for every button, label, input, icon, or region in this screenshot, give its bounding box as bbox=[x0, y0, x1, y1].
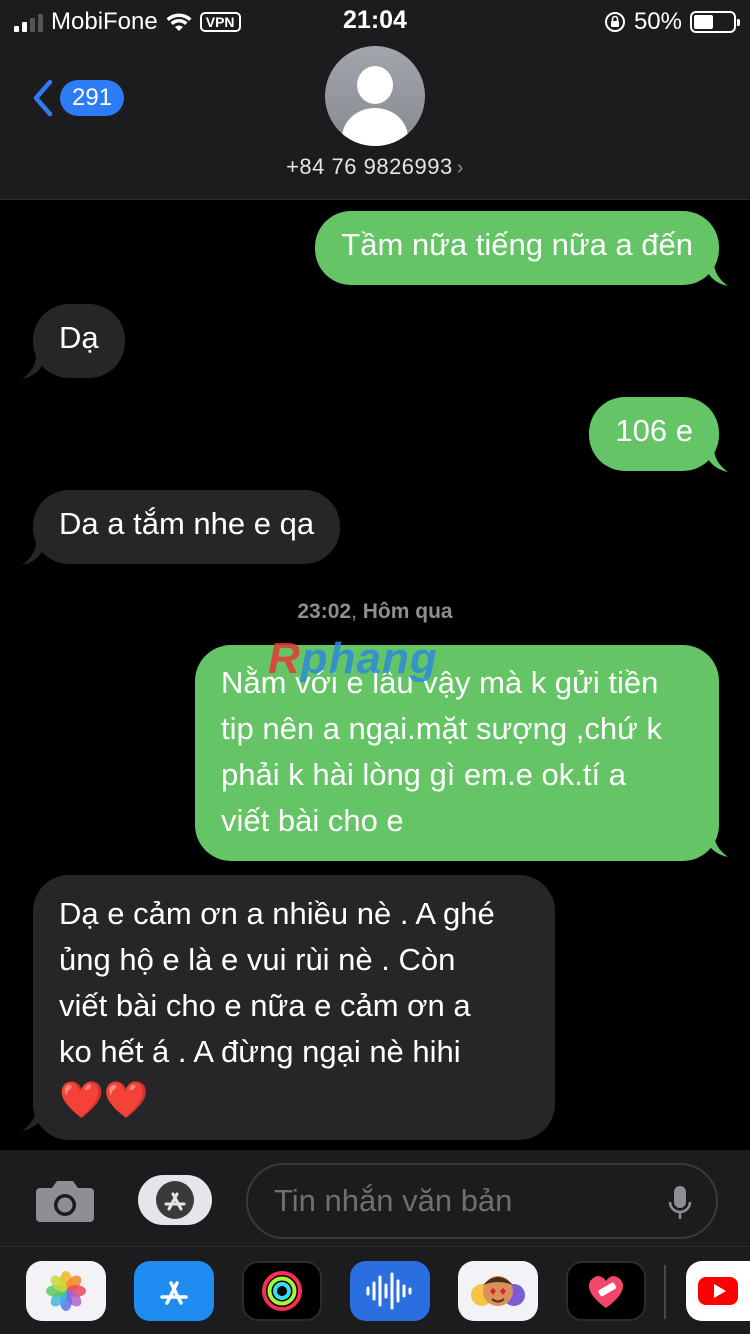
bubble-tail bbox=[22, 541, 46, 565]
contact-avatar[interactable] bbox=[325, 46, 425, 146]
orientation-lock-icon bbox=[604, 12, 625, 32]
message-bubble-incoming[interactable]: Dạ e cảm ơn a nhiều nè . A ghé ủng hộ e … bbox=[33, 875, 555, 1140]
message-bubble-incoming[interactable]: Da a tắm nhe e qa bbox=[33, 490, 341, 564]
battery-icon bbox=[690, 11, 740, 33]
microphone-icon[interactable] bbox=[668, 1185, 692, 1221]
app-store-app[interactable] bbox=[134, 1261, 214, 1321]
message-text-field[interactable] bbox=[246, 1163, 718, 1239]
app-store-icon bbox=[156, 1181, 194, 1219]
message-input-bar bbox=[0, 1150, 750, 1246]
message-input[interactable] bbox=[248, 1165, 648, 1237]
unread-count-badge: 291 bbox=[60, 80, 125, 116]
message-bubble-outgoing[interactable]: Tầm nữa tiếng nữa a đến bbox=[315, 211, 719, 285]
bubble-tail bbox=[22, 355, 46, 379]
bubble-tail bbox=[22, 1107, 46, 1131]
status-bar: MobiFone VPN 21:04 50% bbox=[0, 0, 750, 40]
contact-name[interactable]: +84 76 9826993 › bbox=[0, 154, 750, 180]
audio-message-app[interactable] bbox=[350, 1261, 430, 1321]
battery-percent: 50% bbox=[633, 8, 682, 35]
heart-emoji: ❤️❤️ bbox=[59, 1079, 149, 1120]
drawer-divider bbox=[664, 1265, 666, 1319]
app-store-icon bbox=[160, 1281, 188, 1305]
heart-sticker-icon bbox=[588, 1276, 624, 1308]
heart-sticker-app[interactable] bbox=[566, 1261, 646, 1321]
camera-icon[interactable] bbox=[34, 1176, 96, 1224]
youtube-app[interactable] bbox=[686, 1261, 750, 1321]
bubble-tail bbox=[704, 833, 728, 857]
fitness-app[interactable] bbox=[242, 1261, 322, 1321]
photos-app[interactable] bbox=[26, 1261, 106, 1321]
app-drawer bbox=[0, 1246, 750, 1334]
message-bubble-outgoing[interactable]: 106 e bbox=[589, 397, 719, 471]
conversation-header: 291 +84 76 9826993 › bbox=[0, 40, 750, 200]
audio-waveform-icon bbox=[366, 1272, 412, 1310]
youtube-icon bbox=[698, 1277, 738, 1305]
message-timestamp: 23:02, Hôm qua bbox=[297, 600, 453, 623]
back-button[interactable]: 291 bbox=[28, 76, 125, 120]
photos-icon bbox=[46, 1271, 86, 1311]
app-store-button[interactable] bbox=[138, 1175, 212, 1225]
chevron-right-icon: › bbox=[456, 157, 464, 179]
bubble-tail bbox=[704, 448, 728, 472]
memoji-icon bbox=[471, 1276, 525, 1306]
message-bubble-incoming[interactable]: Dạ bbox=[33, 304, 125, 378]
memoji-app[interactable] bbox=[458, 1261, 538, 1321]
fitness-icon bbox=[262, 1271, 302, 1311]
bubble-tail bbox=[704, 262, 728, 286]
chevron-left-icon bbox=[33, 79, 53, 117]
message-bubble-outgoing[interactable]: Nằm với e lâu vậy mà k gửi tiền tip nên … bbox=[195, 645, 719, 861]
